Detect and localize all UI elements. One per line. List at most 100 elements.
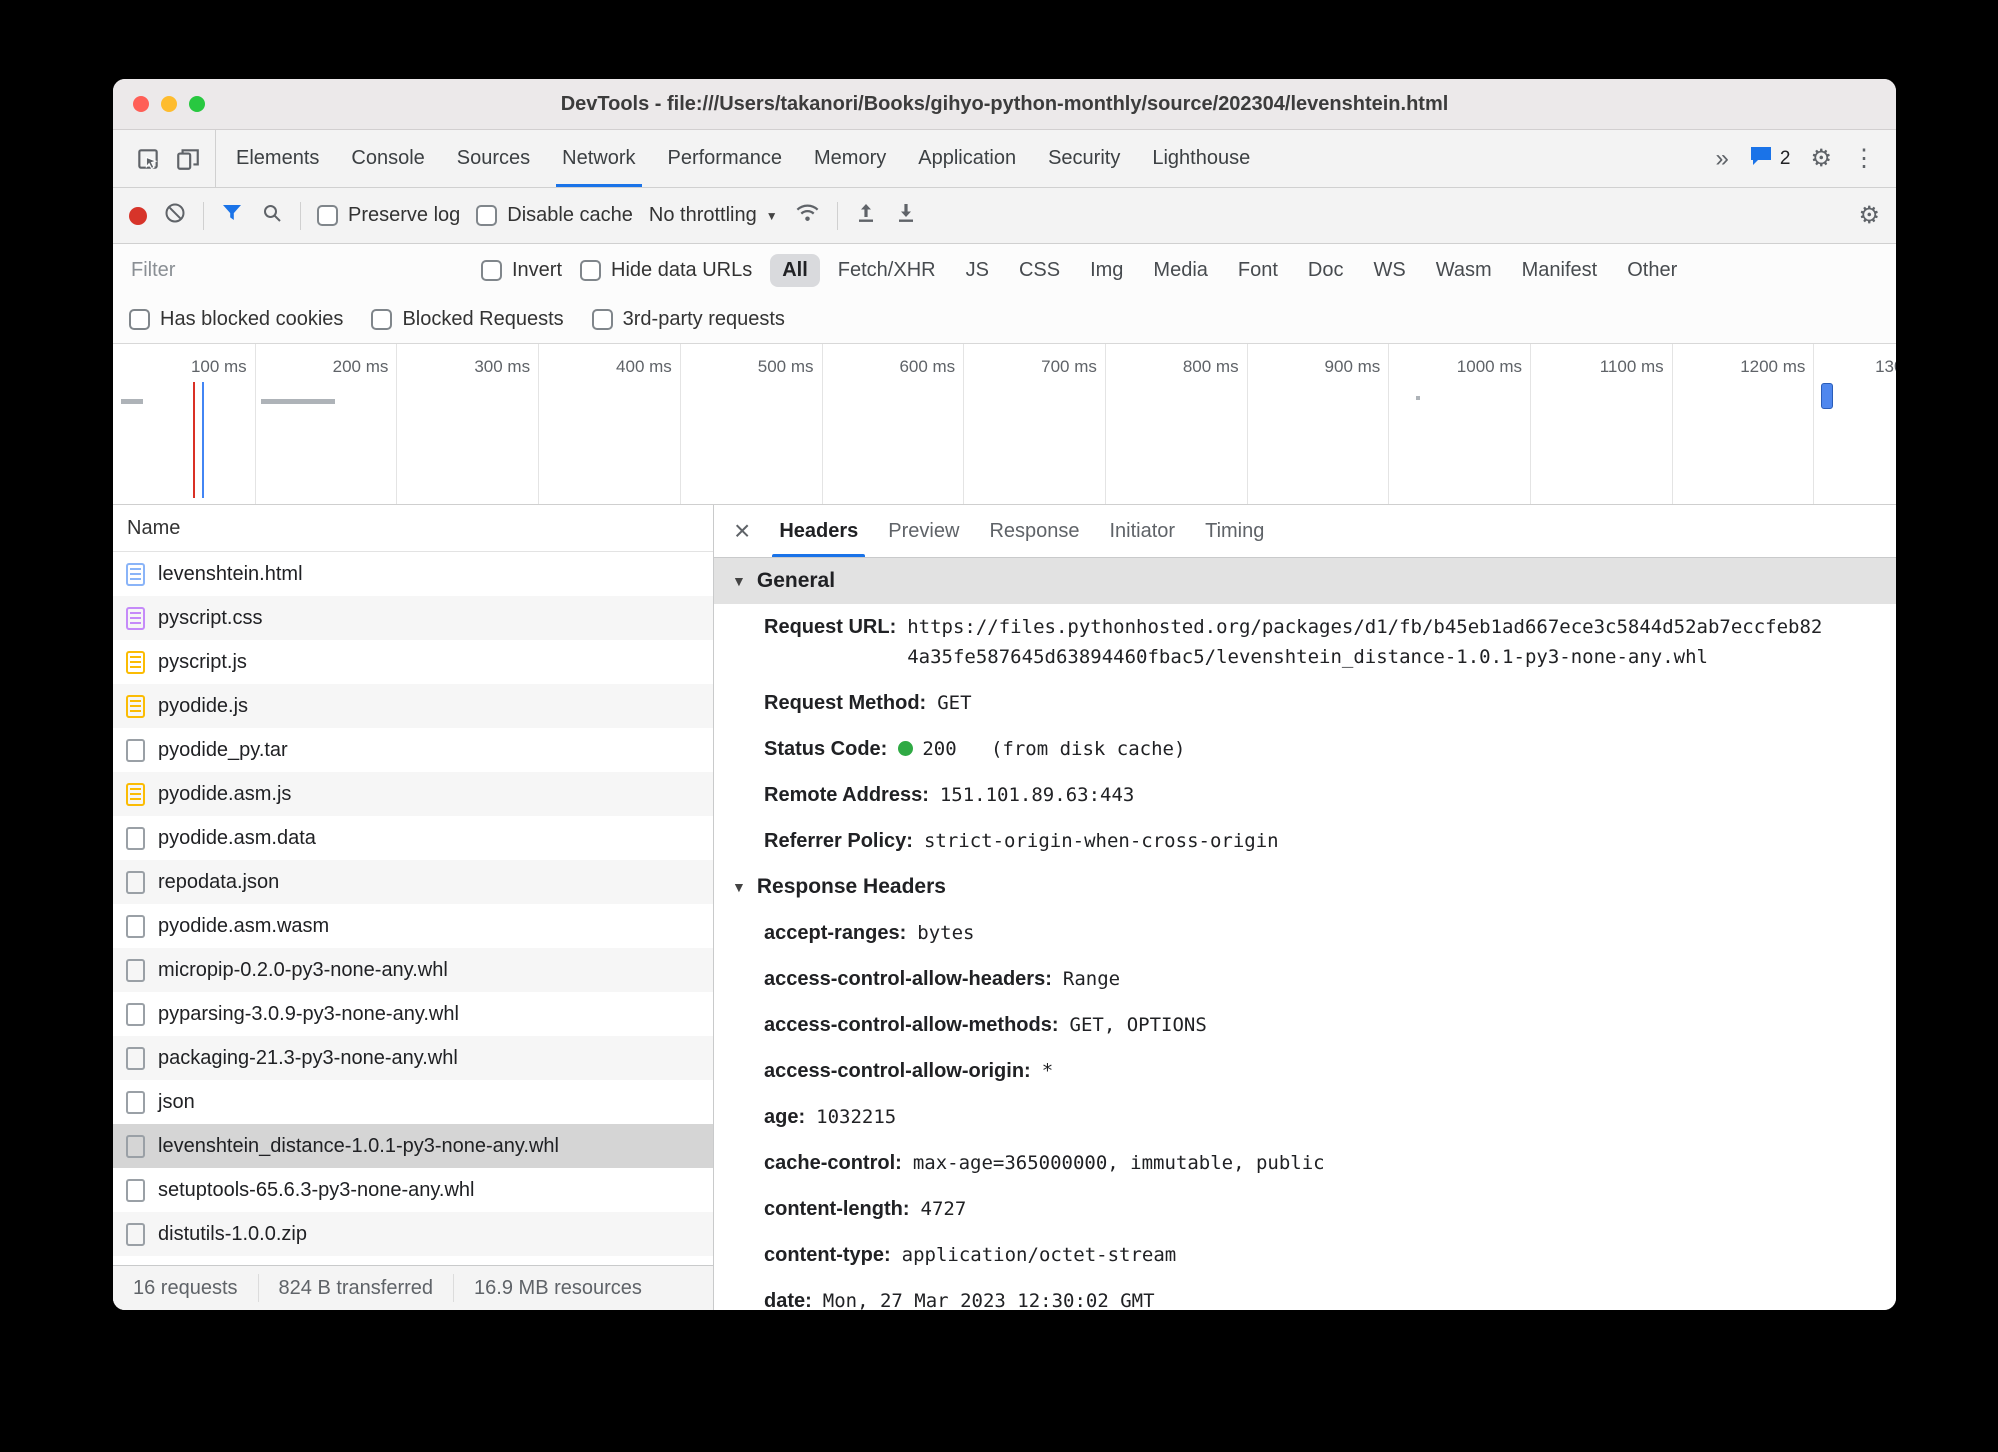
tab-performance[interactable]: Performance [652, 130, 799, 187]
header-name: age: [764, 1102, 805, 1132]
traffic-lights [133, 96, 205, 112]
tab-console[interactable]: Console [335, 130, 440, 187]
inspect-element-icon[interactable] [135, 146, 161, 172]
has-blocked-cookies-checkbox[interactable]: Has blocked cookies [129, 308, 343, 331]
request-row[interactable]: pyodide_py.tar [113, 728, 713, 772]
timeline-gridline [396, 344, 397, 504]
request-row[interactable]: pyparsing-3.0.9-py3-none-any.whl [113, 992, 713, 1036]
filter-funnel-icon[interactable] [220, 201, 244, 231]
zoom-window-button[interactable] [189, 96, 205, 112]
filter-pill-font[interactable]: Font [1226, 254, 1290, 287]
checkbox-icon[interactable] [481, 260, 502, 281]
tab-network[interactable]: Network [546, 130, 651, 187]
close-details-icon[interactable]: × [720, 505, 764, 557]
section-title: Response Headers [757, 875, 946, 899]
preserve-log-checkbox[interactable]: Preserve log [317, 204, 460, 227]
name-column-header[interactable]: Name [113, 505, 713, 552]
network-conditions-icon[interactable] [794, 199, 821, 232]
timeline-overview[interactable]: 100 ms200 ms300 ms400 ms500 ms600 ms700 … [113, 344, 1896, 505]
request-row[interactable]: micropip-0.2.0-py3-none-any.whl [113, 948, 713, 992]
detail-tab-timing[interactable]: Timing [1190, 505, 1279, 557]
section-header-general[interactable]: ▼General [714, 558, 1896, 604]
request-row[interactable]: repodata.json [113, 860, 713, 904]
device-toolbar-icon[interactable] [175, 146, 201, 172]
section-header-response-headers[interactable]: ▼Response Headers [714, 864, 1896, 910]
checkbox-icon[interactable] [129, 309, 150, 330]
tab-memory[interactable]: Memory [798, 130, 902, 187]
blocked-requests-label: Blocked Requests [402, 308, 563, 331]
filter-pill-js[interactable]: JS [954, 254, 1001, 287]
request-name: pyodide.asm.data [158, 827, 316, 850]
header-name: cache-control: [764, 1148, 902, 1178]
detail-tab-preview[interactable]: Preview [873, 505, 974, 557]
request-row[interactable]: pyscript.js [113, 640, 713, 684]
timeline-gridline [822, 344, 823, 504]
detail-tab-initiator[interactable]: Initiator [1095, 505, 1191, 557]
header-name: access-control-allow-origin: [764, 1056, 1031, 1086]
request-row[interactable]: json [113, 1080, 713, 1124]
disable-cache-checkbox[interactable]: Disable cache [476, 204, 633, 227]
request-row[interactable]: pyodide.asm.wasm [113, 904, 713, 948]
checkbox-icon[interactable] [476, 205, 497, 226]
tab-application[interactable]: Application [902, 130, 1032, 187]
network-settings-gear-icon[interactable]: ⚙ [1858, 201, 1880, 230]
tab-sources[interactable]: Sources [441, 130, 546, 187]
import-har-icon[interactable] [854, 201, 878, 231]
throttling-select[interactable]: No throttling ▼ [649, 204, 778, 227]
checkbox-icon[interactable] [317, 205, 338, 226]
file-file-icon [126, 827, 145, 850]
filter-pill-other[interactable]: Other [1615, 254, 1689, 287]
filter-pill-wasm[interactable]: Wasm [1424, 254, 1504, 287]
request-row[interactable]: levenshtein.html [113, 552, 713, 596]
timeline-gridline [963, 344, 964, 504]
minimize-window-button[interactable] [161, 96, 177, 112]
request-row[interactable]: distutils-1.0.0.zip [113, 1212, 713, 1256]
third-party-requests-checkbox[interactable]: 3rd-party requests [592, 308, 785, 331]
filter-pill-img[interactable]: Img [1078, 254, 1135, 287]
request-row[interactable]: setuptools-65.6.3-py3-none-any.whl [113, 1168, 713, 1212]
request-row[interactable]: pyodide.asm.data [113, 816, 713, 860]
settings-gear-icon[interactable]: ⚙ [1810, 147, 1832, 171]
tab-lighthouse[interactable]: Lighthouse [1136, 130, 1266, 187]
summary-item: 16 requests [113, 1274, 259, 1302]
tab-elements[interactable]: Elements [220, 130, 335, 187]
request-row[interactable]: pyodide.asm.js [113, 772, 713, 816]
checkbox-icon[interactable] [592, 309, 613, 330]
issues-button[interactable]: 2 [1749, 145, 1791, 173]
request-row[interactable]: pyscript.css [113, 596, 713, 640]
clear-network-log-icon[interactable] [163, 201, 187, 231]
filter-pill-media[interactable]: Media [1141, 254, 1219, 287]
header-value: 4727 [921, 1194, 967, 1224]
waterfall-activity-bar [121, 399, 143, 404]
filter-pill-fetch-xhr[interactable]: Fetch/XHR [826, 254, 948, 287]
kebab-menu-icon[interactable]: ⋮ [1852, 147, 1876, 171]
request-name: repodata.json [158, 871, 279, 894]
more-tabs-chevron[interactable]: » [1716, 145, 1729, 173]
filter-pill-doc[interactable]: Doc [1296, 254, 1356, 287]
filter-pill-ws[interactable]: WS [1362, 254, 1418, 287]
checkbox-icon[interactable] [371, 309, 392, 330]
hide-data-urls-checkbox[interactable]: Hide data URLs [580, 259, 752, 282]
filter-input[interactable] [129, 258, 463, 283]
tab-security[interactable]: Security [1032, 130, 1136, 187]
invert-checkbox[interactable]: Invert [481, 259, 562, 282]
filter-pill-all[interactable]: All [770, 254, 820, 287]
filter-pill-manifest[interactable]: Manifest [1510, 254, 1610, 287]
file-file-icon [126, 1047, 145, 1070]
record-network-log-button[interactable] [129, 207, 147, 225]
detail-tab-response[interactable]: Response [974, 505, 1094, 557]
doc-file-icon [126, 563, 145, 586]
request-name: pyodide.js [158, 695, 248, 718]
request-row[interactable]: packaging-21.3-py3-none-any.whl [113, 1036, 713, 1080]
export-har-icon[interactable] [894, 201, 918, 231]
close-window-button[interactable] [133, 96, 149, 112]
detail-tab-headers[interactable]: Headers [764, 505, 873, 557]
search-icon[interactable] [260, 201, 284, 231]
filter-pill-css[interactable]: CSS [1007, 254, 1072, 287]
timeline-tick-label: 1000 ms [1426, 357, 1522, 377]
checkbox-icon[interactable] [580, 260, 601, 281]
request-row[interactable]: pyodide.js [113, 684, 713, 728]
blocked-requests-checkbox[interactable]: Blocked Requests [371, 308, 563, 331]
header-value: Range [1063, 964, 1120, 994]
request-row[interactable]: levenshtein_distance-1.0.1-py3-none-any.… [113, 1124, 713, 1168]
